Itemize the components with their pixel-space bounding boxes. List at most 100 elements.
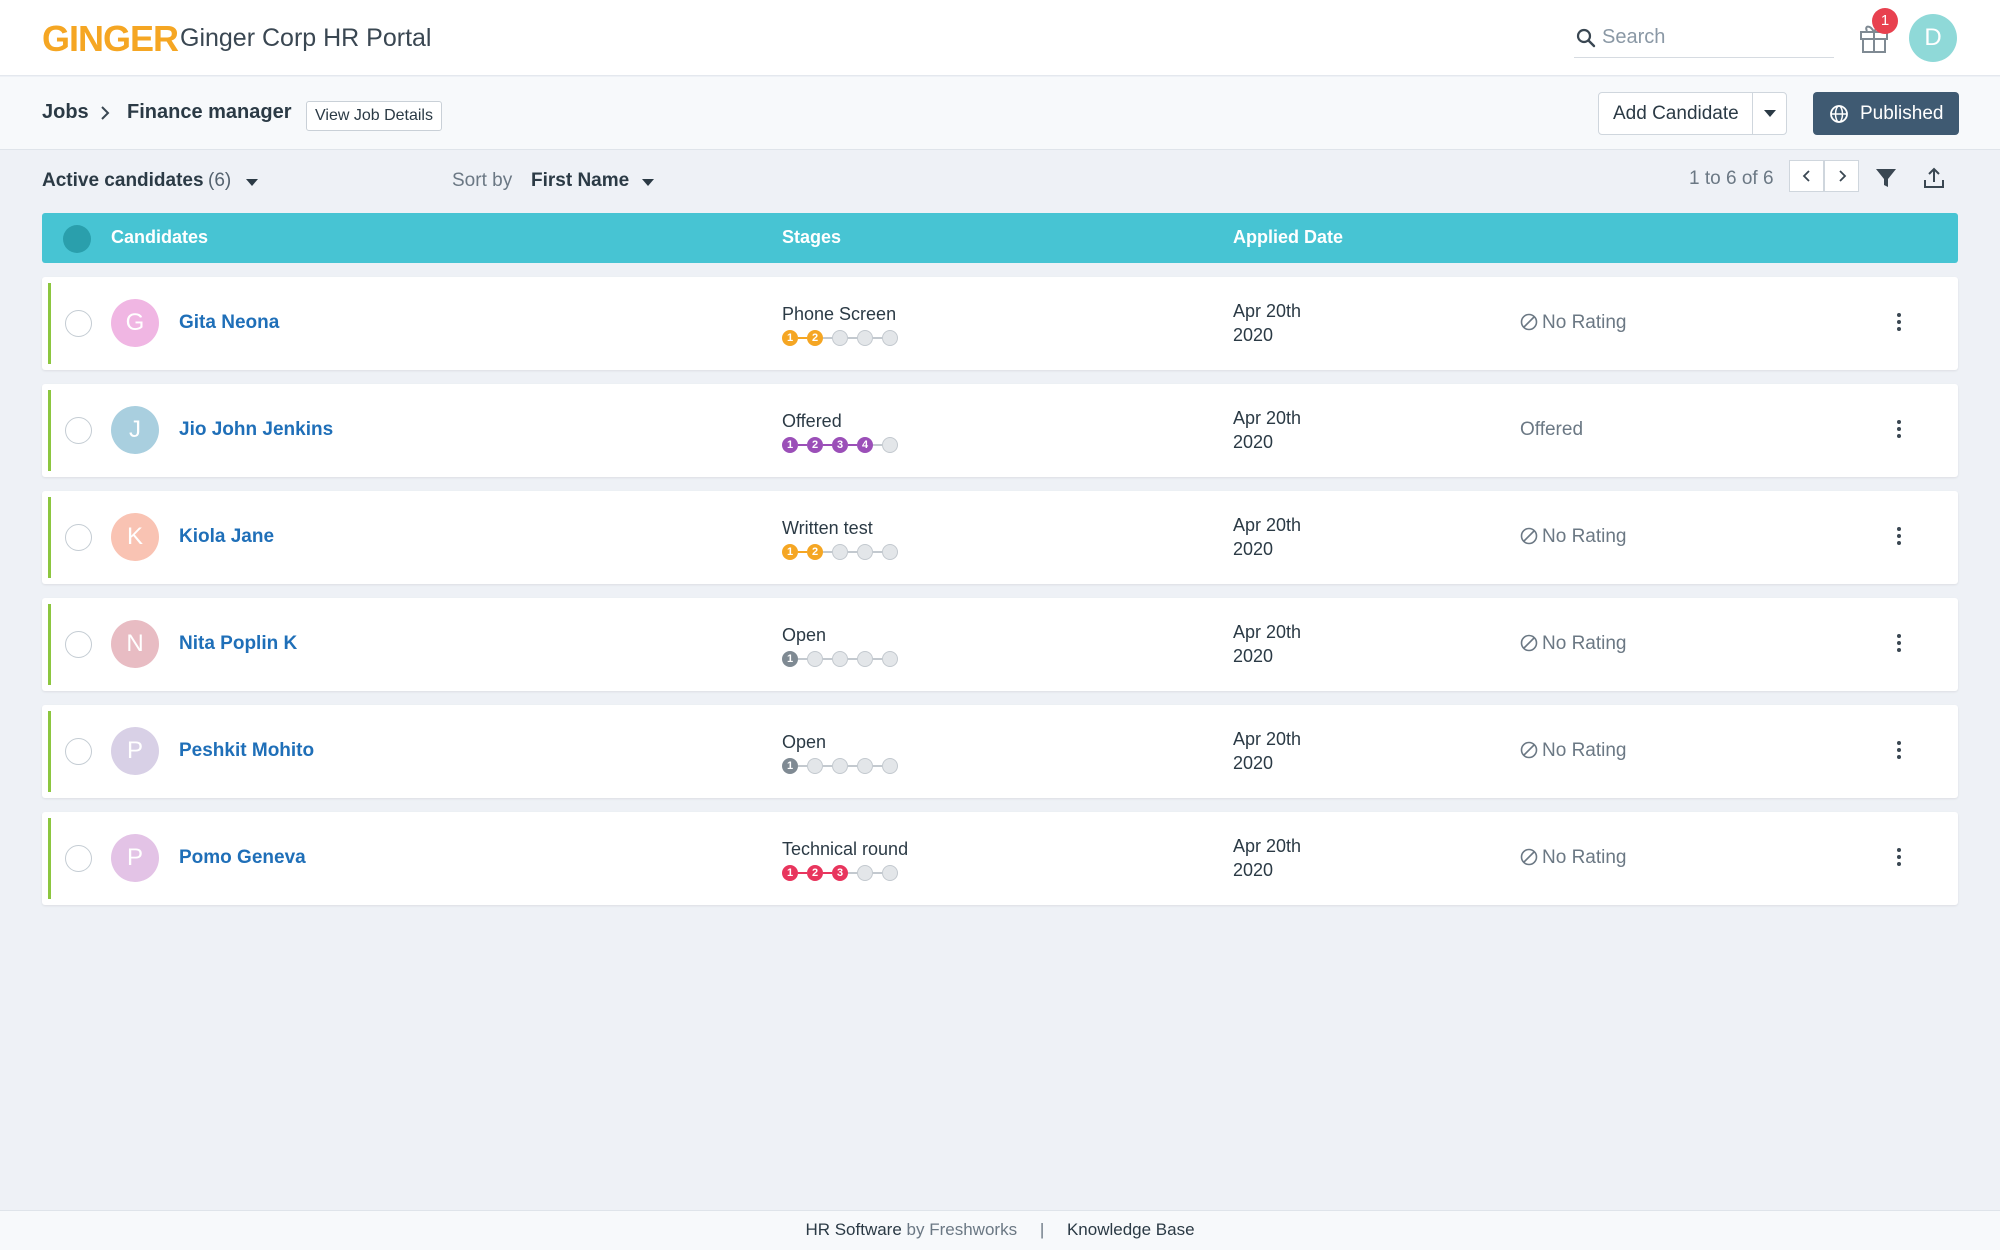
- no-rating-icon: [1520, 848, 1538, 866]
- more-options-icon[interactable]: [1894, 846, 1904, 870]
- no-rating-icon: [1520, 741, 1538, 759]
- breadcrumb-jobs[interactable]: Jobs: [42, 101, 89, 124]
- table-row[interactable]: G Gita Neona Phone Screen 12 Apr 20th 20…: [42, 277, 1958, 370]
- published-button[interactable]: Published: [1813, 92, 1959, 135]
- row-status-indicator: [48, 818, 51, 899]
- column-candidates[interactable]: Candidates: [111, 227, 208, 248]
- rating-label: No Rating: [1542, 312, 1627, 333]
- stage-step-pending: [832, 758, 848, 774]
- row-checkbox[interactable]: [65, 631, 92, 658]
- footer-product[interactable]: HR Software: [805, 1220, 901, 1239]
- candidate-name-link[interactable]: Jio John Jenkins: [179, 419, 333, 441]
- view-job-details-button[interactable]: View Job Details: [306, 101, 442, 131]
- candidate-rating: No Rating: [1520, 847, 1627, 869]
- top-bar: GINGER Ginger Corp HR Portal Search 1 D: [0, 0, 2000, 76]
- stage-connector: [873, 872, 882, 874]
- table-row[interactable]: N Nita Poplin K Open 1 Apr 20th 2020 No …: [42, 598, 1958, 691]
- footer-vendor[interactable]: by Freshworks: [907, 1220, 1018, 1239]
- stage-step-pending: [882, 437, 898, 453]
- applied-year: 2020: [1233, 753, 1274, 773]
- applied-date: Apr 20th: [1233, 622, 1302, 642]
- add-candidate-button[interactable]: Add Candidate: [1598, 92, 1787, 135]
- stage-connector: [873, 337, 882, 339]
- row-checkbox[interactable]: [65, 417, 92, 444]
- search-box[interactable]: Search: [1574, 18, 1834, 58]
- applied-year: 2020: [1233, 325, 1274, 345]
- pagination-info: 1 to 6 of 6: [1689, 168, 1774, 189]
- stage-connector: [798, 337, 807, 339]
- stage-step-complete: 1: [782, 330, 798, 346]
- column-stages[interactable]: Stages: [782, 227, 841, 248]
- candidate-stage: Open: [782, 732, 827, 752]
- stage-step-pending: [882, 544, 898, 560]
- candidate-name-link[interactable]: Nita Poplin K: [179, 633, 297, 655]
- stage-connector: [823, 658, 832, 660]
- candidate-avatar: P: [111, 834, 159, 882]
- row-status-indicator: [48, 390, 51, 471]
- row-checkbox[interactable]: [65, 738, 92, 765]
- no-rating-icon: [1520, 313, 1538, 331]
- stage-connector: [823, 765, 832, 767]
- row-status-indicator: [48, 604, 51, 685]
- candidate-name-link[interactable]: Kiola Jane: [179, 526, 274, 548]
- stage-connector: [873, 765, 882, 767]
- add-candidate-label: Add Candidate: [1613, 103, 1739, 124]
- candidate-name-link[interactable]: Pomo Geneva: [179, 847, 306, 869]
- table-row[interactable]: P Peshkit Mohito Open 1 Apr 20th 2020 No…: [42, 705, 1958, 798]
- applied-date: Apr 20th: [1233, 408, 1302, 428]
- footer-separator: |: [1039, 1220, 1045, 1239]
- search-input[interactable]: Search: [1602, 26, 1665, 49]
- candidate-stage: Technical round: [782, 839, 909, 859]
- table-header: Candidates Stages Applied Date: [42, 213, 1958, 263]
- candidate-name-link[interactable]: Peshkit Mohito: [179, 740, 314, 762]
- column-applied-date[interactable]: Applied Date: [1233, 227, 1343, 248]
- table-row[interactable]: P Pomo Geneva Technical round 123 Apr 20…: [42, 812, 1958, 905]
- chevron-left-icon: [1802, 170, 1810, 182]
- export-icon[interactable]: [1922, 166, 1946, 190]
- row-checkbox[interactable]: [65, 524, 92, 551]
- candidate-avatar: G: [111, 299, 159, 347]
- more-options-icon[interactable]: [1894, 418, 1904, 442]
- no-rating-icon: [1520, 634, 1538, 652]
- list-toolbar: Active candidates (6) Sort by First Name…: [0, 160, 2000, 204]
- stage-connector: [848, 765, 857, 767]
- add-candidate-dropdown-icon[interactable]: [1764, 110, 1776, 117]
- select-all-checkbox[interactable]: [63, 225, 91, 253]
- stage-connector: [823, 872, 832, 874]
- applied-date: Apr 20th: [1233, 301, 1302, 321]
- knowledge-base-link[interactable]: Knowledge Base: [1067, 1220, 1195, 1239]
- stage-step-pending: [807, 758, 823, 774]
- chevron-right-icon: [1839, 170, 1847, 182]
- applied-date: Apr 20th: [1233, 836, 1302, 856]
- stage-step-pending: [857, 758, 873, 774]
- more-options-icon[interactable]: [1894, 739, 1904, 763]
- table-row[interactable]: K Kiola Jane Written test 12 Apr 20th 20…: [42, 491, 1958, 584]
- stage-connector: [873, 658, 882, 660]
- candidate-rating: No Rating: [1520, 740, 1627, 762]
- more-options-icon[interactable]: [1894, 632, 1904, 656]
- rating-label: Offered: [1520, 419, 1584, 440]
- more-options-icon[interactable]: [1894, 311, 1904, 335]
- ginger-logo[interactable]: GINGER: [42, 18, 179, 60]
- candidate-name-link[interactable]: Gita Neona: [179, 312, 279, 334]
- sort-by-select[interactable]: First Name: [531, 170, 629, 192]
- stage-connector: [873, 444, 882, 446]
- app-title: Ginger Corp HR Portal: [180, 24, 432, 52]
- stage-step-pending: [882, 651, 898, 667]
- sort-dropdown-icon[interactable]: [642, 179, 654, 186]
- table-row[interactable]: J Jio John Jenkins Offered 1234 Apr 20th…: [42, 384, 1958, 477]
- row-checkbox[interactable]: [65, 310, 92, 337]
- previous-page-button[interactable]: [1789, 160, 1824, 192]
- filter-icon[interactable]: [1874, 166, 1898, 190]
- stage-connector: [823, 551, 832, 553]
- row-status-indicator: [48, 283, 51, 364]
- stage-step-complete: 3: [832, 865, 848, 881]
- more-options-icon[interactable]: [1894, 525, 1904, 549]
- no-rating-icon: [1520, 527, 1538, 545]
- active-candidates-dropdown-icon[interactable]: [246, 179, 258, 186]
- row-checkbox[interactable]: [65, 845, 92, 872]
- user-avatar[interactable]: D: [1909, 14, 1957, 62]
- active-candidates-filter[interactable]: Active candidates: [42, 170, 204, 192]
- stage-step-complete: 1: [782, 651, 798, 667]
- next-page-button[interactable]: [1824, 160, 1859, 192]
